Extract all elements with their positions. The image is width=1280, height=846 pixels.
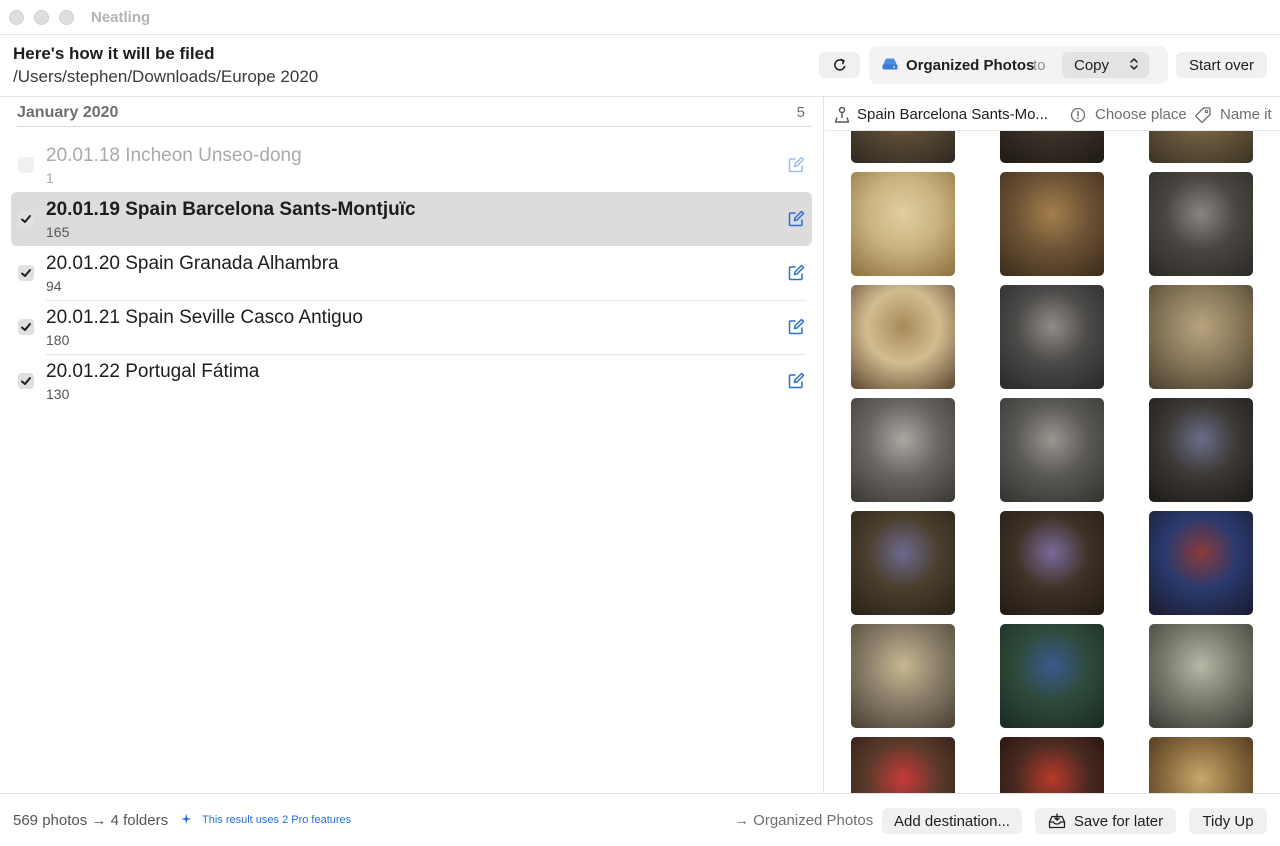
folder-count: 180 [46, 332, 70, 348]
photo-thumbnail[interactable] [1000, 624, 1104, 728]
page-title: Here's how it will be filed [13, 44, 215, 63]
mode-value: Copy [1074, 57, 1110, 74]
close-window-button[interactable] [9, 10, 24, 25]
photo-thumbnail[interactable] [1149, 737, 1253, 793]
folder-count: 1 [46, 170, 54, 186]
destination-selector: Organized Photos to Copy [869, 46, 1168, 84]
folder-name: 20.01.21 Spain Seville Casco Antiguo [46, 307, 363, 328]
photo-thumbnail[interactable] [851, 398, 955, 502]
to-label: to [1033, 57, 1046, 74]
mode-select[interactable]: Copy [1062, 52, 1149, 78]
place-name: Spain Barcelona Sants-Mo... [857, 106, 1048, 123]
folder-row[interactable]: 20.01.18 Incheon Unseo-dong 1 [11, 138, 812, 193]
refresh-button[interactable] [819, 52, 860, 78]
folder-row[interactable]: 20.01.22 Portugal Fátima 130 [11, 354, 812, 408]
folder-checkbox[interactable] [18, 157, 34, 173]
choose-place-button[interactable]: Choose place [1095, 106, 1187, 123]
group-count: 5 [796, 104, 805, 121]
summary-text: 569 photos → 4 folders [13, 812, 169, 829]
folder-count: 94 [46, 278, 62, 294]
header: Here's how it will be filed /Users/steph… [0, 35, 1280, 97]
divider [17, 126, 812, 127]
group-month: January 2020 [17, 104, 119, 121]
checkmark-icon [21, 323, 31, 331]
photo-grid[interactable] [825, 97, 1280, 793]
photo-thumbnail[interactable] [1149, 624, 1253, 728]
folder-count: 130 [46, 386, 70, 402]
photo-thumbnail[interactable] [851, 737, 955, 793]
folder-list-panel: January 2020 5 20.01.18 Incheon Unseo-do… [0, 97, 824, 793]
edit-icon[interactable] [787, 210, 805, 228]
destination-name[interactable]: Organized Photos [906, 57, 1034, 74]
folder-name: 20.01.18 Incheon Unseo-dong [46, 145, 302, 166]
folder-row[interactable]: 20.01.19 Spain Barcelona Sants-Montjuïc … [11, 192, 812, 246]
checkmark-icon [21, 269, 31, 277]
photo-thumbnail[interactable] [1000, 172, 1104, 276]
zoom-window-button[interactable] [59, 10, 74, 25]
edit-icon[interactable] [787, 318, 805, 336]
chevron-updown-icon [1130, 58, 1138, 70]
folder-name: 20.01.20 Spain Granada Alhambra [46, 253, 339, 274]
folder-checkbox[interactable] [18, 373, 34, 389]
refresh-icon [833, 58, 845, 71]
photo-thumbnail[interactable] [1000, 398, 1104, 502]
minimize-window-button[interactable] [34, 10, 49, 25]
pro-features-link[interactable]: This result uses 2 Pro features [202, 814, 351, 826]
photo-preview-panel: Spain Barcelona Sants-Mo... Choose place… [825, 97, 1280, 793]
photo-thumbnail[interactable] [1149, 398, 1253, 502]
save-for-later-label: Save for later [1073, 812, 1164, 830]
photo-thumbnail[interactable] [1000, 285, 1104, 389]
edit-icon[interactable] [787, 372, 805, 390]
folder-count: 165 [46, 224, 70, 240]
folder-name: 20.01.22 Portugal Fátima [46, 361, 260, 382]
app-title: Neatling [91, 9, 151, 26]
photo-thumbnail[interactable] [851, 172, 955, 276]
checkmark-icon [21, 215, 31, 223]
place-toolbar: Spain Barcelona Sants-Mo... Choose place… [825, 97, 1280, 131]
title-bar: Neatling [0, 0, 1280, 35]
info-icon[interactable] [1070, 107, 1086, 123]
photo-thumbnail[interactable] [851, 511, 955, 615]
folder-checkbox[interactable] [18, 265, 34, 281]
photo-thumbnail[interactable] [1149, 172, 1253, 276]
edit-icon[interactable] [787, 264, 805, 282]
location-pin-icon [834, 106, 850, 123]
start-over-button[interactable]: Start over [1176, 52, 1267, 78]
tray-icon [1048, 813, 1066, 829]
edit-icon[interactable] [787, 156, 805, 174]
sparkle-icon [181, 813, 192, 825]
photo-thumbnail[interactable] [851, 624, 955, 728]
drive-icon [882, 58, 898, 70]
folder-checkbox[interactable] [18, 319, 34, 335]
checkmark-icon [21, 377, 31, 385]
photo-thumbnail[interactable] [851, 285, 955, 389]
source-path: /Users/stephen/Downloads/Europe 2020 [13, 67, 319, 86]
tag-icon[interactable] [1194, 106, 1212, 124]
folder-name: 20.01.19 Spain Barcelona Sants-Montjuïc [46, 199, 416, 220]
photo-thumbnail[interactable] [1149, 511, 1253, 615]
photo-thumbnail[interactable] [1000, 737, 1104, 793]
folder-checkbox[interactable] [18, 211, 34, 227]
folder-row[interactable]: 20.01.21 Spain Seville Casco Antiguo 180 [11, 300, 812, 355]
destination-summary: → Organized Photos [734, 812, 874, 829]
bottom-bar: 569 photos → 4 folders This result uses … [0, 793, 1280, 846]
app-window: Neatling Here's how it will be filed /Us… [0, 0, 1280, 846]
name-it-button[interactable]: Name it [1220, 106, 1272, 123]
save-for-later-button[interactable]: Save for later [1035, 808, 1176, 834]
folder-row[interactable]: 20.01.20 Spain Granada Alhambra 94 [11, 246, 812, 301]
tidy-up-button[interactable]: Tidy Up [1189, 808, 1267, 834]
add-destination-button[interactable]: Add destination... [882, 808, 1022, 834]
photo-thumbnail[interactable] [1000, 511, 1104, 615]
photo-thumbnail[interactable] [1149, 285, 1253, 389]
